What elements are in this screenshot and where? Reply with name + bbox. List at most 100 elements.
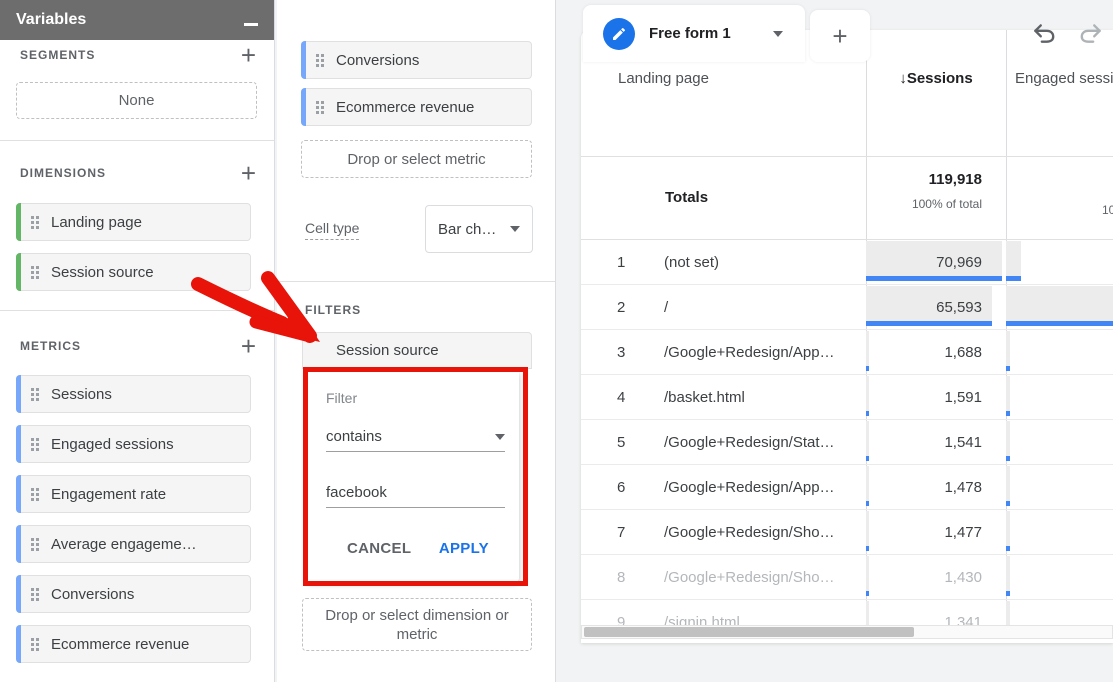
metrics-section-header: METRICS + [0,336,274,356]
dimension-chip-session-source[interactable]: Session source [16,253,251,291]
segments-none-dropzone[interactable]: None [16,82,257,119]
undo-icon[interactable] [1030,20,1058,46]
metrics-label: METRICS [20,339,81,353]
header-landing-page[interactable]: Landing page [618,70,709,87]
metric-chip-sessions[interactable]: Sessions [16,375,251,413]
metric-chip-average-engagement[interactable]: Average engageme… [16,525,251,563]
drag-handle-icon[interactable] [316,54,324,67]
metric-chip-engaged-sessions[interactable]: Engaged sessions [16,425,251,463]
engaged-cell [1006,285,1113,329]
row-label: /Google+Redesign/App… [664,344,835,361]
metric-accent [16,475,21,513]
bar-chart-cell [1006,511,1010,551]
drag-handle-icon[interactable] [316,101,324,114]
scrollbar-thumb[interactable] [584,627,914,637]
dimension-chip-landing-page[interactable]: Landing page [16,203,251,241]
freeform-table-card: Landing page ↓Sessions Engaged sessions … [581,30,1113,643]
drop-dimension-or-metric-dropzone[interactable]: Drop or select dimension or metric [302,598,532,651]
table-row[interactable]: 8 /Google+Redesign/Sho… 1,430 [581,555,1113,600]
drag-handle-icon[interactable] [31,588,39,601]
drag-handle-icon[interactable] [31,538,39,551]
bar-chart-cell [1006,466,1010,506]
sort-descending-icon: ↓ [899,70,907,87]
bar-chart-cell [1006,556,1010,596]
metric-accent [16,425,21,463]
horizontal-scrollbar[interactable] [581,625,1113,639]
row-number: 7 [617,524,625,541]
report-area: Free form 1 + Landing page ↓Sessions Eng… [557,0,1113,682]
table-row[interactable]: 1 (not set) 70,969 [581,240,1113,285]
bar-chart-cell [866,601,869,627]
drag-handle-icon[interactable] [31,266,39,279]
metric-chip-engagement-rate[interactable]: Engagement rate [16,475,251,513]
engaged-cell [1006,420,1113,464]
table-row[interactable]: 2 / 65,593 [581,285,1113,330]
metric-chip-conversions[interactable]: Conversions [16,575,251,613]
table-row[interactable]: 4 /basket.html 1,591 [581,375,1113,420]
table-row[interactable]: 9 /signin.html 1,341 [581,600,1113,627]
bar-chart-cell [866,466,869,506]
apply-button[interactable]: APPLY [439,540,489,557]
table-row[interactable]: 6 /Google+Redesign/App… 1,478 [581,465,1113,510]
cell-type-value: Bar ch… [438,221,496,238]
table-row[interactable]: 5 /Google+Redesign/Stat… 1,541 [581,420,1113,465]
minimize-icon[interactable] [244,23,258,26]
chip-label: Session source [51,264,154,281]
filter-value-input[interactable]: facebook [326,478,505,508]
filter-field-label: Filter [326,390,357,406]
engaged-cell [1006,375,1113,419]
table-row[interactable]: 3 /Google+Redesign/App… 1,688 [581,330,1113,375]
row-number: 8 [617,569,625,586]
tab-metric-chip-conversions[interactable]: Conversions [301,41,532,79]
totals-row: Totals 119,918 100% of total 100% of tot… [581,157,1113,240]
filter-operator-select[interactable]: contains [326,422,505,452]
add-segment-button[interactable]: + [241,45,256,65]
add-tab-button[interactable]: + [810,10,870,62]
metric-accent [16,625,21,663]
sessions-cell: 1,430 [866,555,1006,599]
row-label: /Google+Redesign/Stat… [664,434,835,451]
bar-chart-cell [866,556,869,596]
metric-chip-ecommerce-revenue[interactable]: Ecommerce revenue [16,625,251,663]
drop-metric-dropzone[interactable]: Drop or select metric [301,140,532,178]
chip-label: Conversions [336,52,419,69]
redo-icon[interactable] [1077,20,1105,46]
cell-type-label: Cell type [305,220,359,240]
drag-handle-icon[interactable] [31,216,39,229]
sessions-value: 1,591 [944,389,982,406]
table-row[interactable]: 7 /Google+Redesign/Sho… 1,477 [581,510,1113,555]
metric-accent [16,375,21,413]
drag-handle-icon[interactable] [31,438,39,451]
chip-label: Engagement rate [51,486,166,503]
add-dimension-button[interactable]: + [241,163,256,183]
bar-chart-cell [1006,421,1010,461]
cell-type-select[interactable]: Bar ch… [425,205,533,253]
chip-label: Conversions [51,586,134,603]
divider [0,140,274,141]
sessions-cell: 1,341 [866,600,1006,627]
drag-handle-icon[interactable] [31,488,39,501]
sessions-cell: 1,541 [866,420,1006,464]
segments-section-header: SEGMENTS + [0,45,274,65]
tab-settings-panel: Conversions Ecommerce revenue Drop or se… [277,0,556,682]
tab-free-form-1[interactable]: Free form 1 [583,5,805,62]
chevron-down-icon[interactable] [773,31,783,37]
drag-handle-icon[interactable] [31,638,39,651]
divider [0,310,274,311]
tab-metric-chip-ecommerce-revenue[interactable]: Ecommerce revenue [301,88,532,126]
add-metric-button[interactable]: + [241,336,256,356]
sessions-value: 70,969 [936,254,982,271]
row-number: 5 [617,434,625,451]
header-engaged-sessions[interactable]: Engaged sessions [1015,70,1113,87]
table-body: 1 (not set) 70,969 2 / 65,593 3 /Google+… [581,240,1113,627]
sessions-cell: 1,478 [866,465,1006,509]
sessions-cell: 1,591 [866,375,1006,419]
totals-sessions-percent: 100% of total [866,197,982,211]
sessions-cell: 65,593 [866,285,1006,329]
engaged-cell [1006,555,1113,599]
dimensions-section-header: DIMENSIONS + [0,163,274,183]
cancel-button[interactable]: CANCEL [347,540,411,557]
header-sessions-sorted[interactable]: ↓Sessions [866,70,1006,87]
drag-handle-icon[interactable] [31,388,39,401]
filter-chip-session-source[interactable]: Session source [302,332,532,369]
